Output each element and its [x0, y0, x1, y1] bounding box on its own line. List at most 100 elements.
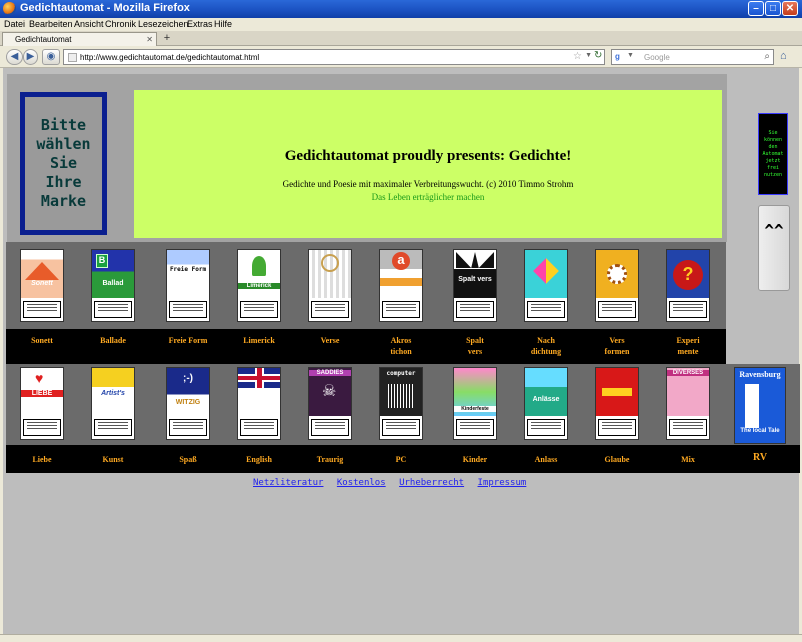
link-urheberrecht[interactable]: Urheberrecht	[399, 478, 464, 488]
pack-experimente[interactable]: ?	[666, 249, 710, 322]
menu-datei[interactable]: Datei	[4, 19, 25, 29]
label-freie-form[interactable]: Freie Form	[158, 335, 218, 346]
pack-mix[interactable]: DIVERSES	[666, 367, 710, 440]
pack-art: Sonett	[21, 250, 63, 298]
label-akrostichon[interactable]: Akros tichon	[371, 335, 431, 357]
label-spass[interactable]: Spaß	[158, 454, 218, 465]
label-rv[interactable]: RV	[730, 452, 790, 463]
status-bar	[0, 634, 802, 642]
label-versformen[interactable]: Vers formen	[587, 335, 647, 357]
pack-spass[interactable]: ;-) WITZIG	[166, 367, 210, 440]
url-text: http://www.gedichtautomat.de/gedichtauto…	[80, 53, 260, 62]
label-kunst[interactable]: Kunst	[83, 454, 143, 465]
pack-pc[interactable]: computer	[379, 367, 423, 440]
page-title: Gedichtautomat proudly presents: Gedicht…	[284, 148, 572, 164]
banner: Gedichtautomat proudly presents: Gedicht…	[134, 90, 722, 238]
pack-kinder[interactable]: Kinderfeste	[453, 367, 497, 440]
menu-ansicht[interactable]: Ansicht	[74, 19, 104, 29]
new-tab-button[interactable]: +	[160, 32, 174, 45]
scroll-up-button[interactable]: ^^	[758, 205, 790, 291]
title-bar: Gedichtautomat - Mozilla Firefox – □ ✕	[0, 0, 802, 18]
label-spaltvers[interactable]: Spalt vers	[445, 335, 505, 357]
maximize-button[interactable]: □	[765, 1, 781, 16]
pack-anlass[interactable]: Anlässe	[524, 367, 568, 440]
menu-bearbeiten[interactable]: Bearbeiten	[29, 19, 73, 29]
pack-rv[interactable]: Ravensburg The local Tale	[734, 367, 786, 444]
forward-button[interactable]: ▶	[23, 49, 38, 65]
menu-hilfe[interactable]: Hilfe	[214, 19, 232, 29]
pack-kunst[interactable]: Artist's	[91, 367, 135, 440]
pack-english[interactable]	[237, 367, 281, 440]
reload-icon[interactable]: ↻	[594, 50, 602, 61]
pack-glaube[interactable]	[595, 367, 639, 440]
menu-chronik[interactable]: Chronik	[105, 19, 136, 29]
search-engine-dropdown-icon[interactable]: ▼	[627, 52, 634, 59]
warning-label	[527, 301, 565, 318]
banner-link[interactable]: Das Leben erträglicher machen	[134, 192, 722, 202]
footer-links: Netzliteratur Kostenlos Urheberrecht Imp…	[253, 478, 534, 488]
link-impressum[interactable]: Impressum	[478, 478, 527, 488]
label-nachdichtung[interactable]: Nach dichtung	[516, 335, 576, 357]
label-verse[interactable]: Verse	[300, 335, 360, 346]
pack-title: computer	[386, 370, 416, 377]
search-placeholder: Google	[644, 53, 670, 62]
pack-akrostichon[interactable]: a	[379, 249, 423, 322]
label-experimente[interactable]: Experi mente	[658, 335, 718, 357]
url-bar[interactable]: http://www.gedichtautomat.de/gedichtauto…	[63, 49, 605, 65]
pack-row-1: Sonett B Ballad Freie Form Limerick a Sp…	[6, 242, 726, 329]
menu-extras[interactable]: Extras	[187, 19, 213, 29]
label-sonett[interactable]: Sonett	[12, 335, 72, 346]
side-info-box: Sie können den Automat jetzt frei nutzen	[758, 113, 788, 195]
pack-title: DIVERSES	[667, 370, 709, 376]
pack-title: Kinderfeste	[454, 406, 496, 412]
label-anlass[interactable]: Anlass	[516, 454, 576, 465]
pack-nachdichtung[interactable]	[524, 249, 568, 322]
pack-art: Spalt vers	[454, 250, 496, 298]
pack-art: Artist's	[92, 368, 134, 416]
pack-limerick[interactable]: Limerick	[237, 249, 281, 322]
search-icon[interactable]: ⌕	[764, 51, 770, 62]
home-icon[interactable]: ⌂	[780, 50, 787, 62]
label-traurig[interactable]: Traurig	[300, 454, 360, 465]
label-liebe[interactable]: Liebe	[12, 454, 72, 465]
tab-gedichtautomat[interactable]: Gedichtautomat ✕	[2, 32, 157, 46]
pack-title: Artist's	[101, 390, 125, 397]
warning-label	[23, 419, 61, 436]
link-kostenlos[interactable]: Kostenlos	[337, 478, 386, 488]
back-button[interactable]: ◀	[6, 49, 23, 65]
firefox-icon	[3, 2, 16, 15]
menu-lesezeichen[interactable]: Lesezeichen	[138, 19, 189, 29]
label-english[interactable]: English	[229, 454, 289, 465]
pack-sonett[interactable]: Sonett	[20, 249, 64, 322]
label-kinder[interactable]: Kinder	[445, 454, 505, 465]
pack-versformen[interactable]	[595, 249, 639, 322]
pack-art: B Ballad	[92, 250, 134, 298]
pack-labels-row-2: Liebe Kunst Spaß English Traurig PC Kind…	[6, 445, 800, 473]
site-identity-button[interactable]: ◉	[42, 49, 60, 65]
bookmark-star-icon[interactable]: ☆	[573, 51, 582, 62]
search-input[interactable]: g ▼ Google ⌕	[611, 49, 774, 65]
minimize-button[interactable]: –	[748, 1, 764, 16]
url-dropdown-icon[interactable]: ▼	[585, 52, 592, 59]
label-ballade[interactable]: Ballade	[83, 335, 143, 346]
pack-traurig[interactable]: SADDIES ☠	[308, 367, 352, 440]
pack-title: Freie Form	[169, 266, 207, 273]
pack-freie-form[interactable]: Freie Form	[166, 249, 210, 322]
pack-art: Freie Form	[167, 250, 209, 298]
tab-close-icon[interactable]: ✕	[146, 35, 153, 44]
pack-liebe[interactable]: ♥ LIEBE	[20, 367, 64, 440]
pack-art	[238, 368, 280, 416]
pack-spaltvers[interactable]: Spalt vers	[453, 249, 497, 322]
label-mix[interactable]: Mix	[658, 454, 718, 465]
link-netzliteratur[interactable]: Netzliteratur	[253, 478, 323, 488]
label-pc[interactable]: PC	[371, 454, 431, 465]
pack-art: a	[380, 250, 422, 298]
pack-art: ;-) WITZIG	[167, 368, 209, 416]
pack-verse[interactable]	[308, 249, 352, 322]
label-limerick[interactable]: Limerick	[229, 335, 289, 346]
pack-title: LIEBE	[21, 390, 63, 397]
close-button[interactable]: ✕	[782, 1, 798, 16]
label-glaube[interactable]: Glaube	[587, 454, 647, 465]
pack-art: Kinderfeste	[454, 368, 496, 416]
pack-ballade[interactable]: B Ballad	[91, 249, 135, 322]
